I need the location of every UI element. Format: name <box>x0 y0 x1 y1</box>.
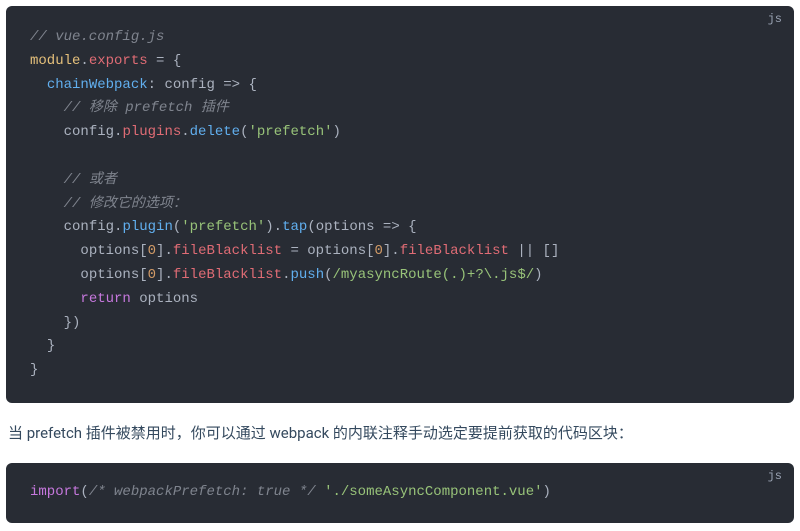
code-comment: // 或者 <box>64 172 117 188</box>
token-punct: } <box>47 338 55 354</box>
token-config: config <box>64 124 114 140</box>
token-punct: }) <box>64 315 81 331</box>
token-punct: || [] <box>509 243 559 259</box>
token-paren: ) <box>543 484 551 500</box>
code-comment: // 移除 prefetch 插件 <box>64 100 229 116</box>
token-config: config <box>164 77 214 93</box>
token-punct: = { <box>148 53 182 69</box>
token-options: options[ <box>80 267 147 283</box>
code-block-import: js import(/* webpackPrefetch: true */ '.… <box>6 463 794 523</box>
token-plugin: plugin <box>122 219 172 235</box>
token-paren: ( <box>173 219 181 235</box>
token-module: module <box>30 53 80 69</box>
token-regex: /myasyncRoute(.)+?\.js$/ <box>333 267 535 283</box>
token-delete: delete <box>190 124 240 140</box>
code-comment: // 修改它的选项： <box>64 196 187 212</box>
token-tap: tap <box>282 219 307 235</box>
token-paren: ) <box>534 267 542 283</box>
token-paren: ( <box>324 267 332 283</box>
token-arrow: => { <box>215 77 257 93</box>
token-options: options <box>131 291 198 307</box>
language-label: js <box>768 469 782 483</box>
token-return: return <box>80 291 130 307</box>
language-label: js <box>768 12 782 26</box>
code-comment: /* webpackPrefetch: true */ <box>89 484 316 500</box>
token-plugins: plugins <box>122 124 181 140</box>
token-punct: ]. <box>156 243 173 259</box>
code-content[interactable]: import(/* webpackPrefetch: true */ './so… <box>30 481 770 505</box>
token-import: import <box>30 484 80 500</box>
token-punct: : <box>148 77 165 93</box>
token-string: 'prefetch' <box>181 219 265 235</box>
token-punct: ]. <box>383 243 400 259</box>
code-block-vue-config: js // vue.config.js module.exports = { c… <box>6 6 794 403</box>
token-options: options <box>316 219 375 235</box>
token-exports: exports <box>89 53 148 69</box>
token-config: config <box>64 219 114 235</box>
token-fileblacklist: fileBlacklist <box>400 243 509 259</box>
token-options: options[ <box>80 243 147 259</box>
token-punct: ]. <box>156 267 173 283</box>
token-fileblacklist: fileBlacklist <box>173 267 282 283</box>
token-paren: ( <box>80 484 88 500</box>
token-dot: . <box>181 124 189 140</box>
prose-paragraph: 当 prefetch 插件被禁用时，你可以通过 webpack 的内联注释手动选… <box>8 421 794 445</box>
token-paren: ( <box>307 219 315 235</box>
token-number: 0 <box>148 243 156 259</box>
token-punct: ). <box>265 219 282 235</box>
token-string: './someAsyncComponent.vue' <box>324 484 542 500</box>
token-push: push <box>290 267 324 283</box>
token-chainwebpack: chainWebpack <box>47 77 148 93</box>
code-comment: // vue.config.js <box>30 29 164 45</box>
token-number: 0 <box>375 243 383 259</box>
code-content[interactable]: // vue.config.js module.exports = { chai… <box>30 26 770 383</box>
token-arrow: => { <box>375 219 417 235</box>
token-fileblacklist: fileBlacklist <box>173 243 282 259</box>
token-string: 'prefetch' <box>248 124 332 140</box>
token-punct: = options[ <box>282 243 374 259</box>
token-punct: } <box>30 362 38 378</box>
token-paren: ) <box>333 124 341 140</box>
token-dot: . <box>80 53 88 69</box>
token-space <box>316 484 324 500</box>
token-number: 0 <box>148 267 156 283</box>
